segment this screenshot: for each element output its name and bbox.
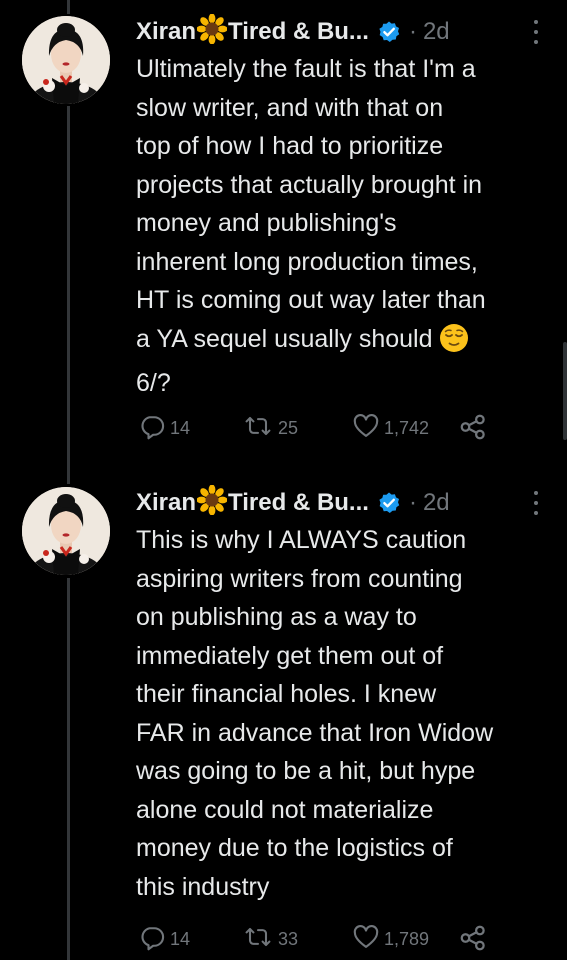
like-count: 1,742 [384, 418, 430, 438]
like-button[interactable]: 1,789 [352, 923, 429, 956]
tweet-text-line: top of how I had to prioritize [136, 132, 444, 160]
reply-count: 14 [170, 418, 191, 438]
tweet-header: Xiran Tired & Bu... · 2d [136, 483, 450, 523]
share-icon [458, 923, 488, 958]
tweet-text-line: their financial holes. I knew [136, 680, 437, 708]
timestamp[interactable]: 2d [423, 489, 450, 517]
tweet-text-line: inherent long production times, [136, 247, 478, 276]
avatar[interactable] [22, 16, 110, 104]
tweet-text-line: slow writer, and with that on [136, 93, 444, 122]
share-button[interactable] [458, 412, 488, 447]
retweet-button[interactable]: 25 [242, 412, 298, 445]
tweet-2[interactable]: Xiran Tired & Bu... · 2d This is why I A… [0, 483, 567, 960]
heart-icon [352, 923, 380, 956]
retweet-count: 33 [278, 929, 299, 949]
tweet-text-line: FAR in advance that Iron Widow [136, 718, 494, 747]
retweet-button[interactable]: 33 [242, 923, 298, 956]
tweet-actions: 14 33 1,789 [138, 923, 498, 953]
more-options-icon[interactable] [531, 20, 541, 44]
avatar[interactable] [22, 487, 110, 575]
tweet-text-line: aspiring writers from counting [136, 564, 463, 593]
tweet-text-line-with-emoji: a YA sequel usually should [136, 320, 556, 365]
more-options-icon[interactable] [531, 491, 541, 515]
author-name-part2: Tired & Bu... [228, 489, 369, 516]
tweet-text-line: a YA sequel usually should [136, 324, 433, 353]
heart-icon [352, 412, 380, 445]
author-name-part2: Tired & Bu... [228, 18, 369, 45]
verified-badge-icon [377, 491, 401, 515]
like-count: 1,789 [384, 929, 430, 949]
author-name-part1: Xiran [136, 489, 197, 516]
like-button[interactable]: 1,742 [352, 412, 429, 445]
tweet-actions: 14 25 1,742 [138, 412, 498, 442]
verified-badge-icon [377, 20, 401, 44]
reply-icon [138, 923, 166, 956]
retweet-icon [242, 412, 274, 445]
retweet-count: 25 [278, 418, 299, 438]
author-name[interactable]: Xiran Tired & Bu... [136, 484, 369, 522]
scrollbar[interactable] [563, 342, 567, 440]
author-name-part1: Xiran [136, 18, 197, 45]
reply-button[interactable]: 14 [138, 412, 190, 445]
retweet-icon [242, 923, 274, 956]
tweet-text-line: immediately get them out of [136, 641, 444, 670]
tweet-text-line: this industry [136, 872, 270, 901]
sunflower-icon [196, 13, 228, 51]
tweet-text-line: Ultimately the fault is that I'm a [136, 55, 476, 83]
tweet-text: Ultimately the fault is that I'm a slow … [136, 50, 556, 403]
tweet-text-line: This is why I ALWAYS caution [136, 526, 467, 554]
reply-button[interactable]: 14 [138, 923, 190, 956]
share-button[interactable] [458, 923, 488, 958]
tweet-text-line: HT is coming out way later than [136, 286, 486, 314]
tweet-text: This is why I ALWAYS caution aspiring wr… [136, 521, 556, 906]
reply-count: 14 [170, 929, 191, 949]
tweet-header: Xiran Tired & Bu... · 2d [136, 12, 450, 52]
timestamp[interactable]: 2d [423, 18, 450, 46]
tweet-1[interactable]: Xiran Tired & Bu... · 2d Ultimately the … [0, 12, 567, 467]
separator-dot: · [408, 18, 417, 45]
tweet-text-line: money and publishing's [136, 209, 397, 237]
sunflower-icon [196, 484, 228, 522]
tweet-text-line: money due to the logistics of [136, 834, 453, 862]
tweet-text-line: projects that actually brought in [136, 170, 483, 199]
tweet-text-line: was going to be a hit, but hype [136, 757, 476, 785]
tweet-text-line: on publishing as a way to [136, 603, 417, 631]
reply-icon [138, 412, 166, 445]
share-icon [458, 412, 488, 447]
author-name[interactable]: Xiran Tired & Bu... [136, 13, 369, 51]
separator-dot: · [408, 489, 417, 516]
relieved-face-icon [439, 323, 469, 365]
tweet-text-line: alone could not materialize [136, 795, 434, 824]
tweet-text-line: 6/? [136, 369, 171, 397]
